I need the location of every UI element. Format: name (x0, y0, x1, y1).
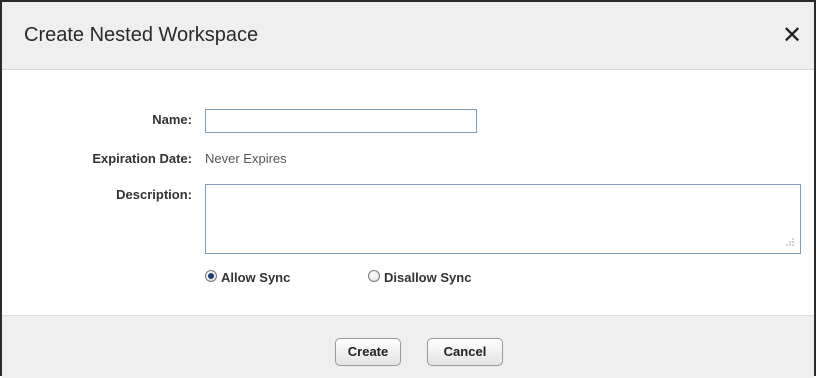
allow-sync-label: Allow Sync (221, 270, 291, 285)
allow-sync-option[interactable]: Allow Sync (205, 266, 290, 285)
create-button[interactable]: Create (335, 338, 401, 366)
dialog-footer: Create Cancel (2, 315, 814, 378)
cancel-button[interactable]: Cancel (427, 338, 503, 366)
dialog-title: Create Nested Workspace (24, 24, 259, 46)
create-nested-workspace-dialog: Create Nested Workspace ✕ Name: Expirati… (0, 0, 816, 378)
description-label: Description: (116, 187, 192, 202)
allow-sync-radio[interactable] (205, 269, 217, 282)
description-textarea[interactable] (205, 184, 801, 254)
close-icon[interactable]: ✕ (778, 19, 806, 51)
dialog-titlebar: Create Nested Workspace ✕ (2, 2, 814, 70)
disallow-sync-option[interactable]: Disallow Sync (368, 266, 471, 285)
disallow-sync-radio[interactable] (368, 269, 380, 282)
expiration-date-label: Expiration Date: (92, 151, 192, 166)
disallow-sync-label: Disallow Sync (384, 270, 472, 285)
name-input[interactable] (205, 109, 477, 133)
name-label: Name: (152, 112, 192, 127)
expiration-date-value: Never Expires (205, 151, 287, 166)
